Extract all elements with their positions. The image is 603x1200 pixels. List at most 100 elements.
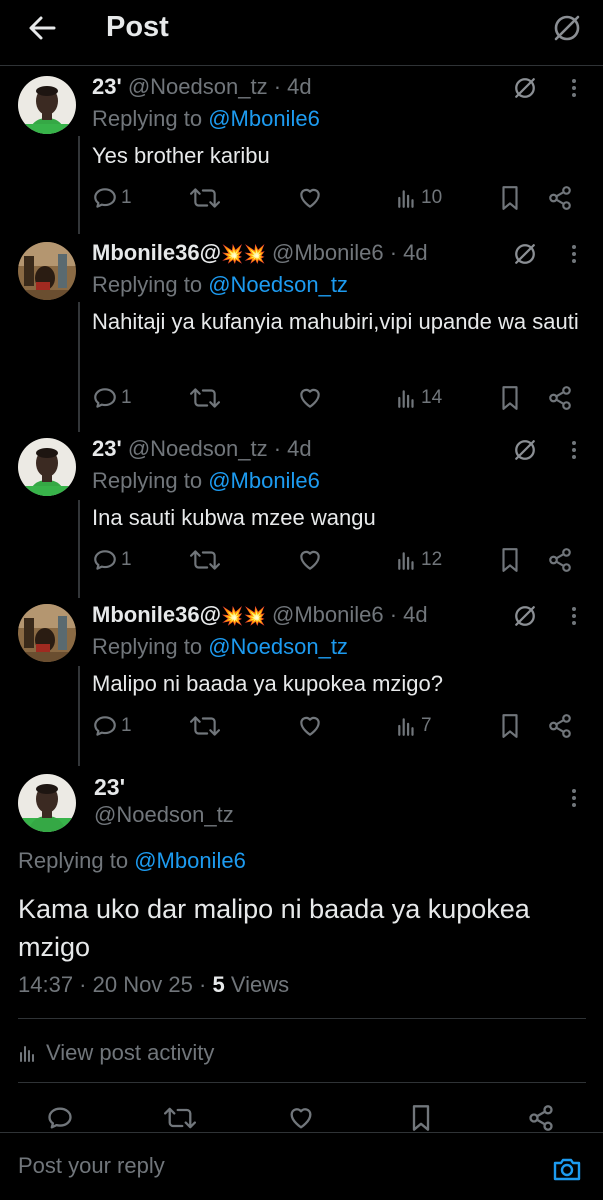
reply-header: 23' @Noedson_tz · 4d [92, 436, 312, 464]
reply-post[interactable]: Mbonile36@💥💥 @Mbonile6 · 4d Replying to … [0, 602, 603, 742]
views-button[interactable]: 12 [396, 546, 442, 574]
more-options-icon[interactable] [563, 438, 585, 462]
share-button[interactable] [547, 184, 573, 212]
author-handle[interactable]: @Noedson_tz [94, 802, 234, 828]
post-text: Kama uko dar malipo ni baada ya kupokea … [18, 894, 530, 962]
more-options-icon[interactable] [563, 76, 585, 100]
author-name[interactable]: Mbonile36@ [92, 602, 221, 627]
view-post-activity-link[interactable]: View post activity [18, 1038, 214, 1068]
heart-icon [300, 550, 320, 570]
post-timestamp: 14:37 · 20 Nov 25 · [18, 972, 213, 997]
bookmark-icon [502, 186, 518, 210]
grok-icon[interactable] [511, 602, 539, 630]
reply-button[interactable] [46, 1104, 74, 1132]
reply-button[interactable]: 1 [92, 184, 132, 212]
share-button[interactable] [547, 712, 573, 740]
views-count: 7 [421, 715, 432, 736]
divider [18, 1082, 586, 1083]
reply-input[interactable] [18, 1153, 498, 1179]
repost-button[interactable] [164, 1104, 196, 1132]
views-label: Views [224, 972, 290, 997]
like-button[interactable] [297, 384, 323, 412]
share-icon [529, 1105, 553, 1131]
repost-icon [190, 716, 220, 736]
author-name[interactable]: Mbonile36@ [92, 240, 221, 265]
separator-dot: · [383, 602, 404, 627]
reply-post[interactable]: 23' @Noedson_tz · 4d Replying to @Mbonil… [0, 436, 603, 576]
bookmark-icon [502, 714, 518, 738]
more-options-icon[interactable] [563, 786, 585, 810]
avatar[interactable] [18, 774, 76, 832]
author-name[interactable]: 23' [92, 74, 122, 99]
repost-button[interactable] [190, 384, 220, 412]
analytics-icon [398, 552, 414, 570]
bookmark-button[interactable] [498, 184, 522, 212]
reply-button[interactable]: 1 [92, 384, 132, 412]
author-name[interactable]: 23' [94, 774, 125, 801]
separator-dot: · [383, 240, 404, 265]
reply-text: Ina sauti kubwa mzee wangu [92, 505, 376, 530]
mention-link[interactable]: @Mbonile6 [134, 848, 246, 873]
like-button[interactable] [287, 1104, 315, 1132]
avatar[interactable] [18, 76, 76, 134]
like-button[interactable] [297, 546, 323, 574]
repost-button[interactable] [190, 546, 220, 574]
mention-link[interactable]: @Noedson_tz [208, 272, 348, 297]
grok-icon[interactable] [511, 74, 539, 102]
reply-icon [94, 716, 116, 736]
post-time: 4d [403, 602, 428, 627]
author-handle[interactable]: @Noedson_tz [128, 74, 268, 99]
author-handle[interactable]: @Mbonile6 [272, 240, 384, 265]
bookmark-button[interactable] [498, 712, 522, 740]
avatar[interactable] [18, 438, 76, 496]
repost-button[interactable] [190, 712, 220, 740]
reply-icon [48, 1107, 72, 1129]
more-options-icon[interactable] [563, 604, 585, 628]
grok-icon[interactable] [511, 240, 539, 268]
reply-post[interactable]: Mbonile36@💥💥 @Mbonile6 · 4d Replying to … [0, 240, 603, 414]
author-handle[interactable]: @Noedson_tz [128, 436, 268, 461]
replying-prefix: Replying to [92, 634, 209, 659]
avatar[interactable] [18, 242, 76, 300]
repost-button[interactable] [190, 184, 220, 212]
like-button[interactable] [297, 712, 323, 740]
bookmark-button[interactable] [408, 1104, 434, 1132]
grok-icon[interactable] [551, 12, 583, 44]
repost-icon [190, 388, 220, 408]
views-count: 12 [421, 549, 443, 570]
heart-icon [290, 1108, 312, 1129]
share-icon [549, 714, 571, 738]
bookmark-button[interactable] [498, 546, 522, 574]
mention-link[interactable]: @Noedson_tz [208, 634, 348, 659]
views-button[interactable]: 7 [396, 712, 432, 740]
share-button[interactable] [547, 546, 573, 574]
reply-header: Mbonile36@💥💥 @Mbonile6 · 4d [92, 240, 428, 268]
camera-icon[interactable] [552, 1155, 582, 1183]
author-name[interactable]: 23' [92, 436, 122, 461]
replying-prefix: Replying to [92, 272, 209, 297]
reply-actions: 1 14 [92, 384, 582, 412]
mention-link[interactable]: @Mbonile6 [208, 468, 320, 493]
views-button[interactable]: 14 [396, 384, 442, 412]
reply-actions: 1 12 [92, 546, 582, 574]
more-options-icon[interactable] [563, 242, 585, 266]
bookmark-button[interactable] [498, 384, 522, 412]
post-time: 4d [287, 74, 312, 99]
like-button[interactable] [297, 184, 323, 212]
activity-label: View post activity [46, 1040, 215, 1065]
share-button[interactable] [547, 384, 573, 412]
reply-post[interactable]: 23' @Noedson_tz · 4d Replying to @Mbonil… [0, 74, 603, 214]
author-handle[interactable]: @Mbonile6 [272, 602, 384, 627]
bookmark-icon [412, 1105, 430, 1131]
avatar[interactable] [18, 604, 76, 662]
share-button[interactable] [527, 1104, 555, 1132]
grok-icon[interactable] [511, 436, 539, 464]
reply-button[interactable]: 1 [92, 712, 132, 740]
replying-to: Replying to @Mbonile6 [92, 106, 320, 132]
views-button[interactable]: 10 [396, 184, 442, 212]
reply-button[interactable]: 1 [92, 546, 132, 574]
replying-to: Replying to @Noedson_tz [92, 634, 348, 660]
back-arrow-icon[interactable] [24, 10, 60, 46]
mention-link[interactable]: @Mbonile6 [208, 106, 320, 131]
views-count: 5 [212, 972, 225, 997]
